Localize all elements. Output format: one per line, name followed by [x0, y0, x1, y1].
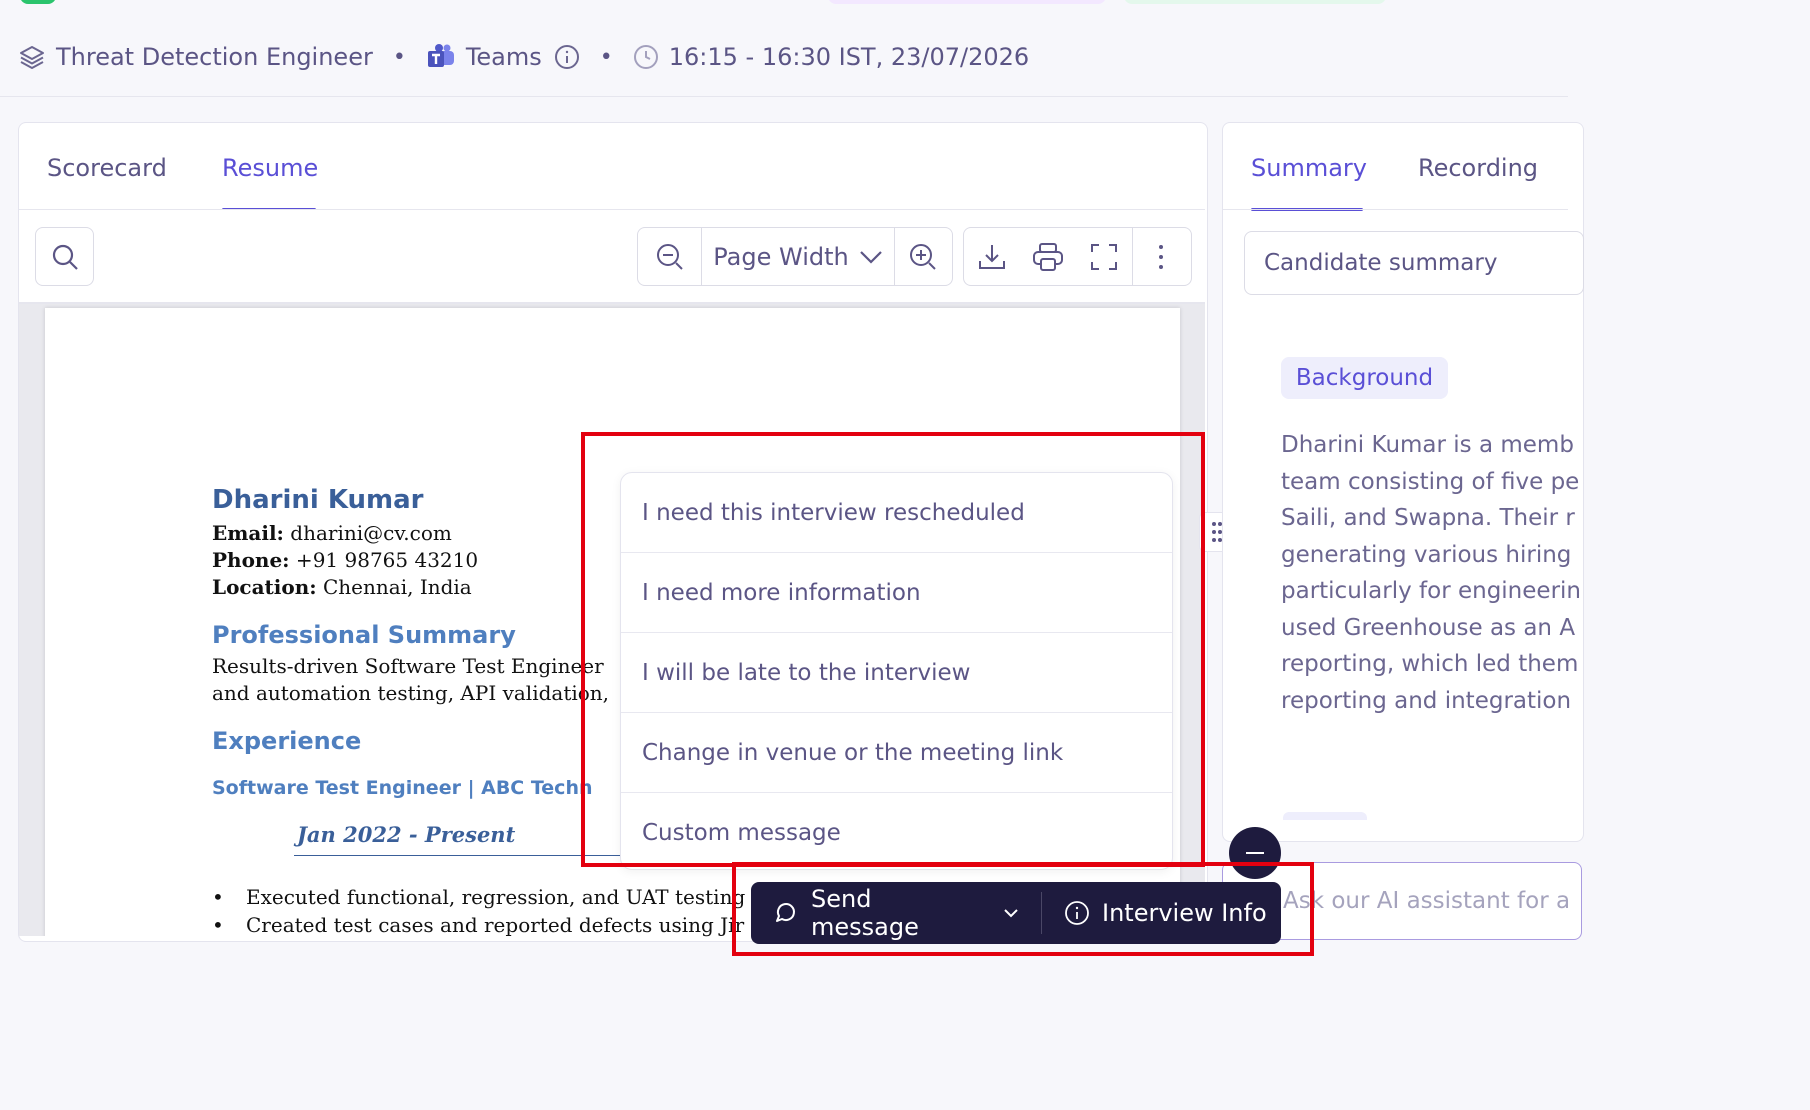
platform-label: Teams: [465, 43, 542, 71]
search-icon: [51, 243, 79, 271]
phone-label: Phone:: [212, 548, 290, 572]
summary-type-select[interactable]: Candidate summary: [1244, 231, 1584, 295]
print-button[interactable]: [1020, 228, 1076, 285]
bullet-dot: •: [212, 913, 224, 937]
summary-text: Dharini Kumar is a memb team consisting …: [1281, 427, 1581, 719]
experience-bullet: • Executed functional, regression, and UA…: [212, 884, 745, 911]
contact-phone: Phone: +91 98765 43210: [212, 547, 478, 574]
ai-assistant-placeholder: Ask our AI assistant for a: [1283, 888, 1571, 914]
zoom-out-icon: [656, 243, 684, 271]
zoom-in-icon: [909, 243, 937, 271]
highlight-box-action-bar: [732, 862, 1314, 956]
meta-separator: •: [599, 44, 613, 70]
bullet-text: Executed functional, regression, and UAT…: [246, 885, 746, 909]
location-value: Chennai, India: [316, 575, 472, 599]
phone-value: +91 98765 43210: [289, 548, 479, 572]
more-options-button[interactable]: [1133, 228, 1189, 285]
teams-icon: [426, 43, 456, 71]
summary-line: reporting and integration: [1281, 687, 1572, 714]
meta-separator: •: [392, 44, 406, 70]
highlight-box-menu: [581, 432, 1205, 867]
summary-type-value: Candidate summary: [1264, 250, 1498, 276]
summary-line: Saili, and Swapna. Their r: [1281, 505, 1575, 531]
job-title: Software Test Engineer | ABC Techn: [212, 777, 593, 799]
email-value: dharini@cv.com: [283, 521, 452, 545]
summary-line: and automation testing, API validation,: [212, 681, 610, 705]
experience-bullet: • Created test cases and reported defects…: [212, 912, 744, 939]
expand-icon: [1089, 242, 1119, 272]
search-button[interactable]: [35, 227, 94, 286]
summary-line: reporting, which led them: [1281, 651, 1579, 677]
header-divider: [0, 96, 1568, 97]
summary-line: generating various hiring: [1281, 541, 1572, 568]
status-pill-green: [20, 0, 56, 4]
right-tabs-divider: [1223, 209, 1568, 210]
contact-email: Email: dharini@cv.com: [212, 520, 452, 547]
summary-line: Dharini Kumar is a memb: [1281, 432, 1574, 458]
tab-resume[interactable]: Resume: [222, 154, 318, 182]
chevron-down-icon: [859, 250, 883, 264]
tab-summary[interactable]: Summary: [1251, 154, 1367, 182]
interview-meta: Threat Detection Engineer • Teams • 16:1…: [18, 36, 1029, 78]
zoom-mode-label: Page Width: [713, 242, 849, 271]
bullet-text: Created test cases and reported defects …: [246, 913, 745, 937]
bullet-dot: •: [212, 885, 224, 909]
summary-heading: Professional Summary: [212, 621, 516, 649]
summary-line: team consisting of five pe: [1281, 468, 1580, 495]
print-icon: [1032, 242, 1064, 272]
experience-heading: Experience: [212, 727, 362, 755]
summary-line: Results-driven Software Test Engineer: [212, 654, 604, 678]
zoom-mode-select[interactable]: Page Width: [702, 228, 894, 285]
interview-time: 16:15 - 16:30 IST, 23/07/2026: [668, 43, 1030, 71]
candidate-name: Dharini Kumar: [212, 485, 424, 515]
location-label: Location:: [212, 575, 317, 599]
layers-icon: [18, 43, 46, 71]
job-dates-rule: [294, 855, 624, 856]
tab-scorecard[interactable]: Scorecard: [47, 154, 167, 182]
background-badge: Background: [1281, 357, 1448, 399]
contact-location: Location: Chennai, India: [212, 574, 472, 601]
role-title: Threat Detection Engineer: [56, 43, 373, 71]
info-icon[interactable]: [554, 44, 580, 70]
download-button[interactable]: [964, 228, 1020, 285]
zoom-in-button[interactable]: [895, 228, 951, 285]
download-icon: [977, 242, 1007, 272]
job-dates: Jan 2022 - Present: [297, 822, 516, 847]
more-vertical-icon: [1158, 244, 1164, 270]
minus-icon: [1246, 851, 1264, 855]
status-pill-purple: [828, 0, 1106, 4]
email-label: Email:: [212, 521, 284, 545]
summary-line: used Greenhouse as an A: [1281, 614, 1576, 641]
next-badge-peek: [1283, 812, 1367, 820]
status-pill-mint: [1124, 0, 1386, 4]
document-actions: [963, 227, 1192, 286]
zoom-controls: Page Width: [637, 227, 953, 286]
fullscreen-button[interactable]: [1076, 228, 1132, 285]
tab-recording[interactable]: Recording: [1418, 154, 1538, 182]
zoom-out-button[interactable]: [638, 228, 701, 285]
clock-icon: [633, 44, 659, 70]
summary-line: particularly for engineerin: [1281, 578, 1581, 604]
